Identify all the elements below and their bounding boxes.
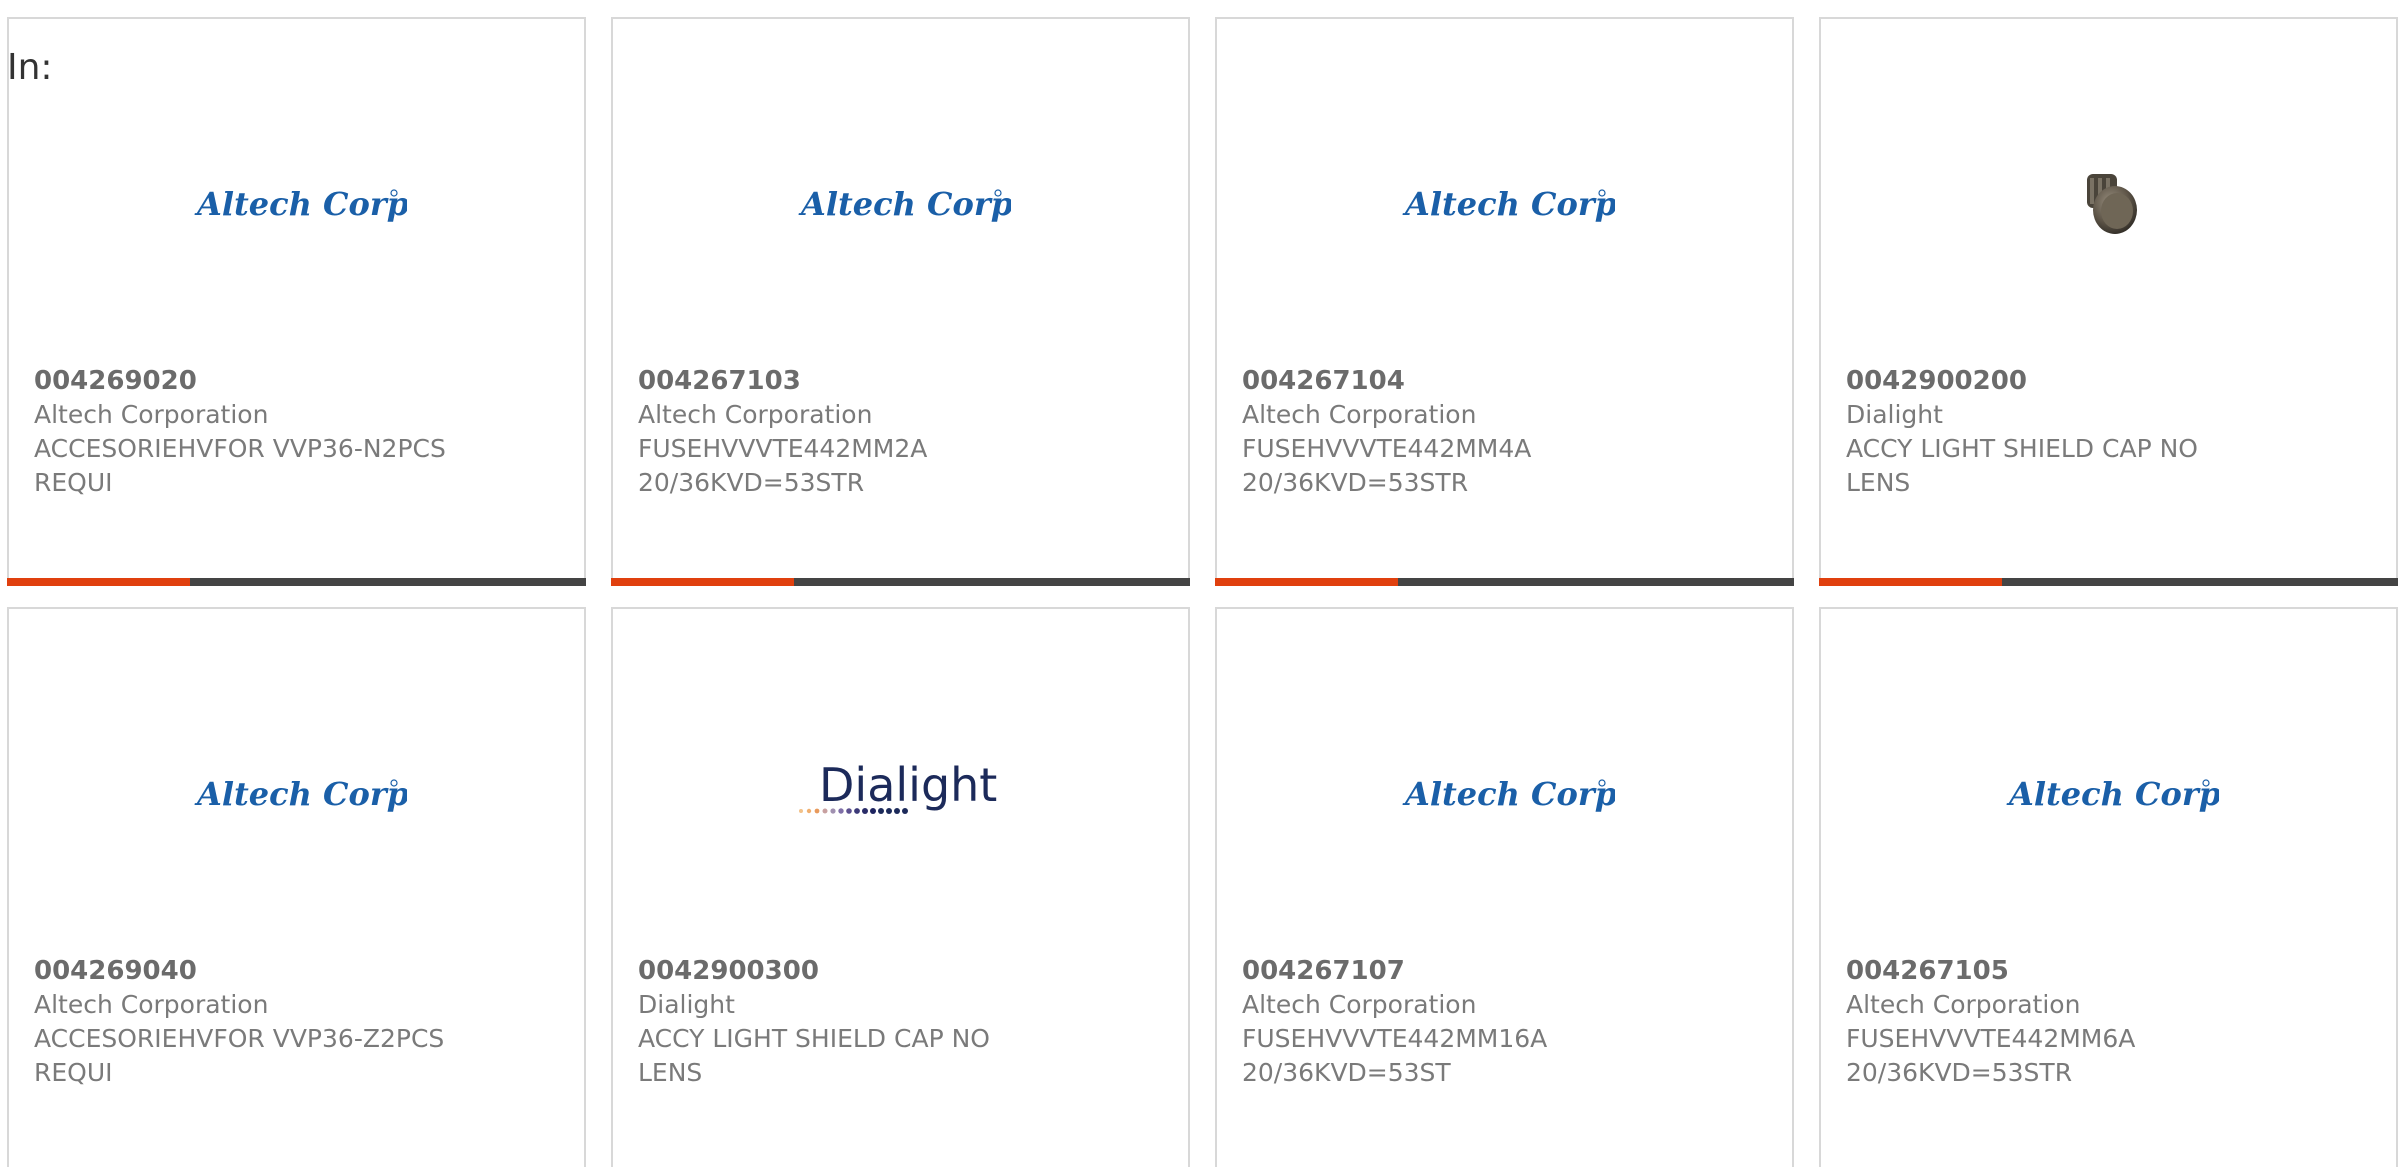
card-footer-bar [611, 578, 1190, 586]
manufacturer-name: Altech Corporation [1846, 990, 2081, 1019]
brand-logo: Altech Corp. [1217, 744, 1792, 844]
light-shield-cap-image-icon [2086, 174, 2137, 234]
manufacturer-name: Dialight [1846, 400, 1943, 429]
brand-logo: Altech Corp. [1217, 154, 1792, 254]
product-description: FUSEHVVVTE442MM4A 20/36KVD=53STR [1242, 434, 1532, 497]
part-number[interactable]: 004267105 [1846, 954, 2376, 988]
svg-text:Altech Corp.: Altech Corp. [2006, 775, 2219, 813]
part-number[interactable]: 004269020 [34, 364, 564, 398]
product-description: FUSEHVVVTE442MM2A 20/36KVD=53STR [638, 434, 928, 497]
product-image [1821, 154, 2396, 254]
manufacturer-name: Altech Corporation [1242, 990, 1477, 1019]
product-card[interactable]: Dialight 0042900300 Dialight ACCY LIGHT … [611, 607, 1190, 1167]
brand-logo: Dialight [613, 744, 1188, 844]
svg-text:Altech Corp.: Altech Corp. [1402, 185, 1615, 223]
svg-text:Altech Corp.: Altech Corp. [798, 185, 1011, 223]
product-card[interactable]: Altech Corp. 004269020 Altech Corporatio… [7, 17, 586, 586]
product-description: ACCESORIEHVFOR VVP36-Z2PCS REQUI [34, 1024, 445, 1087]
manufacturer-name: Altech Corporation [1242, 400, 1477, 429]
product-description: ACCESORIEHVFOR VVP36-N2PCS REQUI [34, 434, 446, 497]
dialight-logo-icon: Dialight [798, 759, 997, 814]
product-card[interactable]: Altech Corp. 004267104 Altech Corporatio… [1215, 17, 1794, 586]
svg-text:Altech Corp.: Altech Corp. [1402, 775, 1615, 813]
product-description: FUSEHVVVTE442MM6A 20/36KVD=53STR [1846, 1024, 2136, 1087]
card-accent [7, 578, 190, 586]
part-number[interactable]: 004269040 [34, 954, 564, 988]
part-number[interactable]: 004267104 [1242, 364, 1772, 398]
altech-logo-icon: Altech Corp. [1402, 185, 1615, 223]
card-accent [1819, 578, 2002, 586]
altech-logo-icon: Altech Corp. [194, 185, 407, 223]
brand-logo: Altech Corp. [9, 744, 584, 844]
card-footer-bar [7, 578, 586, 586]
product-card[interactable]: 0042900200 Dialight ACCY LIGHT SHIELD CA… [1819, 17, 2398, 586]
svg-text:Altech Corp.: Altech Corp. [194, 775, 407, 813]
part-number[interactable]: 0042900200 [1846, 364, 2376, 398]
manufacturer-name: Altech Corporation [34, 990, 269, 1019]
brand-logo: Altech Corp. [1821, 744, 2396, 844]
card-footer-bar [1819, 578, 2398, 586]
altech-logo-icon: Altech Corp. [798, 185, 1011, 223]
product-grid-page: Altech Corp. 004269020 Altech Corporatio… [0, 0, 2400, 1167]
product-card[interactable]: Altech Corp. 004267107 Altech Corporatio… [1215, 607, 1794, 1167]
svg-text:Dialight: Dialight [819, 759, 997, 812]
product-description: FUSEHVVVTE442MM16A 20/36KVD=53ST [1242, 1024, 1548, 1087]
manufacturer-name: Altech Corporation [638, 400, 873, 429]
altech-logo-icon: Altech Corp. [1402, 775, 1615, 813]
altech-logo-icon: Altech Corp. [194, 775, 407, 813]
part-number[interactable]: 0042900300 [638, 954, 1168, 988]
altech-logo-icon: Altech Corp. [2006, 775, 2219, 813]
part-number[interactable]: 004267107 [1242, 954, 1772, 988]
product-card[interactable]: Altech Corp. 004269040 Altech Corporatio… [7, 607, 586, 1167]
card-accent [611, 578, 794, 586]
brand-logo: Altech Corp. [613, 154, 1188, 254]
manufacturer-name: Dialight [638, 990, 735, 1019]
part-number[interactable]: 004267103 [638, 364, 1168, 398]
card-footer-bar [1215, 578, 1794, 586]
brand-logo: Altech Corp. [9, 154, 584, 254]
product-description: ACCY LIGHT SHIELD CAP NO LENS [638, 1024, 990, 1087]
card-accent [1215, 578, 1398, 586]
manufacturer-name: Altech Corporation [34, 400, 269, 429]
product-card[interactable]: Altech Corp. 004267103 Altech Corporatio… [611, 17, 1190, 586]
product-card[interactable]: Altech Corp. 004267105 Altech Corporatio… [1819, 607, 2398, 1167]
svg-text:Altech Corp.: Altech Corp. [194, 185, 407, 223]
product-description: ACCY LIGHT SHIELD CAP NO LENS [1846, 434, 2198, 497]
filter-label: In: [7, 47, 53, 88]
